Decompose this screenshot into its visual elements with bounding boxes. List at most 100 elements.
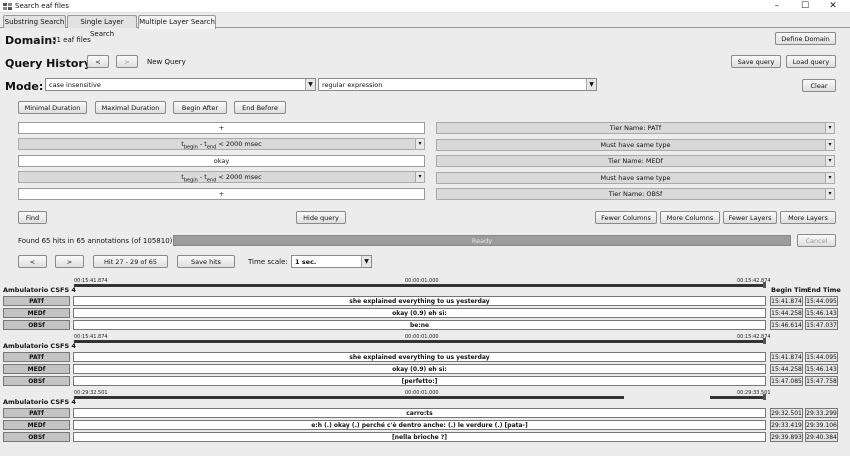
define-domain-button[interactable]: Define Domain	[775, 32, 836, 45]
scroll-handle[interactable]	[763, 394, 766, 400]
end-time: 29:33.299	[805, 408, 838, 418]
hide-query-button[interactable]: Hide query	[296, 211, 346, 224]
annotation[interactable]: be:ne	[73, 320, 766, 330]
chevron-down-icon: ▾	[825, 189, 834, 199]
save-query-button[interactable]: Save query	[731, 55, 781, 68]
window-title: Search eaf files	[15, 2, 69, 10]
chevron-down-icon: ▼	[305, 79, 315, 90]
type-constraint-select-1[interactable]: Must have same type ▾	[436, 139, 835, 151]
time-scale-label: Time scale:	[248, 258, 288, 266]
distance-1-label: tbegin - tend < 2000 msec	[181, 140, 262, 151]
hits-next-button[interactable]: >	[55, 255, 84, 268]
tier-select-1[interactable]: Tier Name: PATf ▾	[436, 122, 835, 134]
more-layers-button[interactable]: More Layers	[780, 211, 836, 224]
fewer-layers-button[interactable]: Fewer Layers	[723, 211, 777, 224]
chevron-down-icon: ▾	[415, 139, 424, 149]
domain-label: Domain:	[5, 34, 57, 47]
tab-substring-search[interactable]: Substring Search	[3, 15, 66, 28]
begin-time: 15:44.258	[770, 364, 803, 374]
begin-time: 15:46.614	[770, 320, 803, 330]
scroll-handle[interactable]	[763, 282, 766, 288]
result-title: Ambulatorio CSFS 4	[3, 398, 76, 406]
history-next-button[interactable]: >	[116, 55, 138, 68]
begin-time: 15:41.874	[770, 296, 803, 306]
query-pattern-3-input[interactable]: +	[18, 188, 425, 200]
minimize-icon[interactable]: –	[763, 0, 791, 12]
mode-label: Mode:	[5, 80, 44, 93]
tab-bar: Substring Search Single Layer Search Mul…	[0, 14, 850, 38]
tier-label-obsf: OBSf	[3, 376, 70, 386]
query-pattern-2-input[interactable]: okay	[18, 155, 425, 167]
progress-bar: Ready	[173, 235, 791, 246]
annotation[interactable]: okay (0.9) eh si:	[73, 364, 766, 374]
annotation[interactable]: [nella brioche ?]	[73, 432, 766, 442]
chevron-down-icon: ▾	[825, 123, 834, 133]
begin-time: 29:32.501	[770, 408, 803, 418]
chevron-down-icon: ▾	[825, 173, 834, 183]
load-query-button[interactable]: Load query	[786, 55, 836, 68]
annotation[interactable]: carro:ts	[73, 408, 766, 418]
hit-range-button[interactable]: Hit 27 - 29 of 65	[93, 255, 168, 268]
annotation[interactable]: she explained everything to us yesterday	[73, 296, 766, 306]
distance-select-1[interactable]: tbegin - tend < 2000 msec ▾	[18, 138, 425, 150]
time-scale-value: 1 sec.	[295, 258, 317, 266]
result-title: Ambulatorio CSFS 4	[3, 342, 76, 350]
close-icon[interactable]: ✕	[819, 0, 847, 12]
regex-mode-select[interactable]: regular expression ▼	[318, 78, 597, 91]
timeline-bar	[74, 284, 766, 287]
case-mode-select[interactable]: case insensitive ▼	[45, 78, 316, 91]
annotation[interactable]: okay (0.9) eh si:	[73, 308, 766, 318]
window-titlebar: Search eaf files – ☐ ✕	[0, 0, 850, 13]
regex-mode-value: regular expression	[322, 81, 383, 89]
end-time-header: End Time	[807, 286, 841, 294]
annotation[interactable]: e:h (.) okay (.) perché c'è dentro anche…	[73, 420, 766, 430]
end-time: 15:46.143	[805, 364, 838, 374]
annotation[interactable]: she explained everything to us yesterday	[73, 352, 766, 362]
chevron-down-icon: ▾	[825, 140, 834, 150]
begin-after-button[interactable]: Begin After	[173, 101, 227, 114]
domain-value: 31 eaf files	[52, 36, 91, 44]
more-columns-button[interactable]: More Columns	[660, 211, 720, 224]
chevron-down-icon: ▾	[825, 156, 834, 166]
tab-multiple-layer-search[interactable]: Multiple Layer Search	[138, 15, 216, 29]
hits-found-text: Found 65 hits in 65 annotations (of 1058…	[18, 237, 173, 245]
annotation[interactable]: [perfetto:]	[73, 376, 766, 386]
tier-select-3[interactable]: Tier Name: OBSf ▾	[436, 188, 835, 200]
fewer-columns-button[interactable]: Fewer Columns	[595, 211, 657, 224]
end-time: 29:40.384	[805, 432, 838, 442]
scroll-handle[interactable]	[763, 338, 766, 344]
tier-label-patf: PATf	[3, 296, 70, 306]
save-hits-button[interactable]: Save hits	[177, 255, 235, 268]
chevron-down-icon: ▼	[361, 256, 371, 267]
end-time: 15:44.095	[805, 296, 838, 306]
tier-label-patf: PATf	[3, 408, 70, 418]
tier-select-1-value: Tier Name: PATf	[609, 124, 662, 132]
query-pattern-1-input[interactable]: +	[18, 122, 425, 134]
end-time: 15:47.037	[805, 320, 838, 330]
minimal-duration-button[interactable]: Minimal Duration	[18, 101, 87, 114]
clear-button[interactable]: Clear	[802, 79, 836, 92]
find-button[interactable]: Find	[18, 211, 47, 224]
timeline-bar	[74, 396, 624, 399]
begin-time: 15:41.874	[770, 352, 803, 362]
end-before-button[interactable]: End Before	[234, 101, 286, 114]
hits-prev-button[interactable]: <	[18, 255, 47, 268]
maximize-icon[interactable]: ☐	[791, 0, 819, 12]
case-mode-value: case insensitive	[49, 81, 101, 89]
tier-label-obsf: OBSf	[3, 320, 70, 330]
distance-select-2[interactable]: tbegin - tend < 2000 msec ▾	[18, 171, 425, 183]
tier-select-2[interactable]: Tier Name: MEDf ▾	[436, 155, 835, 167]
current-query: New Query	[147, 58, 186, 66]
results-panel: 00:15:41.874 00:00:01.000 00:15:42.874 A…	[0, 274, 850, 456]
type-constraint-1-value: Must have same type	[600, 141, 671, 149]
end-time: 15:47.758	[805, 376, 838, 386]
history-prev-button[interactable]: <	[87, 55, 109, 68]
tab-single-layer-search[interactable]: Single Layer Search	[67, 15, 137, 38]
time-scale-select[interactable]: 1 sec. ▼	[291, 255, 372, 268]
end-time: 29:39.106	[805, 420, 838, 430]
begin-time-header: Begin Tim	[771, 286, 808, 294]
cancel-button[interactable]: Cancel	[797, 234, 836, 247]
tier-select-2-value: Tier Name: MEDf	[608, 157, 663, 165]
maximal-duration-button[interactable]: Maximal Duration	[95, 101, 166, 114]
type-constraint-select-2[interactable]: Must have same type ▾	[436, 172, 835, 184]
